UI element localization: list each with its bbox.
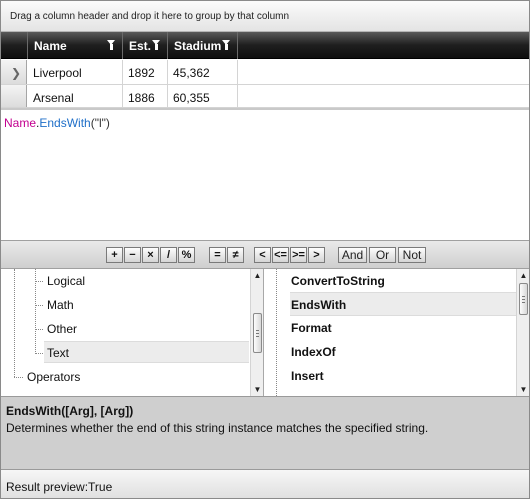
grip-line: [522, 302, 525, 303]
expression-function-token: EndsWith: [39, 116, 91, 130]
greater-or-equal-button[interactable]: >=: [290, 247, 307, 263]
multiply-button[interactable]: ×: [142, 247, 159, 263]
expression-field-token: Name: [4, 116, 37, 130]
minus-button[interactable]: −: [124, 247, 141, 263]
modulo-button[interactable]: %: [178, 247, 195, 263]
column-header-stadium[interactable]: Stadium: [168, 32, 238, 59]
table-row[interactable]: Arsenal 1886 60,355: [1, 85, 529, 108]
scrollbar-thumb[interactable]: [519, 283, 528, 315]
function-item-format[interactable]: Format: [290, 316, 516, 340]
tree-line: [276, 269, 277, 396]
function-description-text: Determines whether the end of this strin…: [6, 421, 429, 435]
expression-text-area[interactable]: Name.EndsWith("l"): [1, 110, 529, 240]
not-equals-button[interactable]: ≠: [227, 247, 244, 263]
tree-item-operators[interactable]: Operators: [24, 366, 249, 388]
scroll-up-arrow-icon[interactable]: ▲: [517, 269, 530, 282]
scroll-up-arrow-icon[interactable]: ▲: [251, 269, 264, 282]
table-cell[interactable]: 45,362: [168, 60, 238, 84]
row-indicator[interactable]: [1, 85, 27, 107]
and-button[interactable]: And: [338, 247, 367, 263]
function-item-endswith[interactable]: EndsWith: [290, 292, 516, 316]
group-panel-hint: Drag a column header and drop it here to…: [10, 11, 290, 22]
expression-editor-window: Drag a column header and drop it here to…: [0, 0, 530, 499]
tree-item-text[interactable]: Text: [44, 341, 249, 363]
function-signature: EndsWith([Arg], [Arg]): [6, 404, 134, 418]
divide-button[interactable]: /: [160, 247, 177, 263]
function-item-indexof[interactable]: IndexOf: [290, 340, 516, 364]
table-cell[interactable]: Liverpool: [28, 60, 123, 84]
equals-button[interactable]: =: [209, 247, 226, 263]
grip-line: [256, 333, 259, 334]
category-tree: Logical Math Other Text Operators ▲ ▼: [1, 269, 264, 396]
grid-header: Name Est. Stadium: [1, 32, 529, 59]
scroll-down-arrow-icon[interactable]: ▼: [517, 383, 530, 396]
column-header-est[interactable]: Est.: [123, 32, 168, 59]
scroll-down-arrow-icon[interactable]: ▼: [251, 383, 264, 396]
grip-line: [522, 296, 525, 297]
table-cell[interactable]: Arsenal: [28, 85, 123, 107]
table-cell[interactable]: 1892: [123, 60, 168, 84]
filter-icon[interactable]: [107, 40, 116, 50]
tree-line: [14, 377, 23, 378]
tree-item-logical[interactable]: Logical: [44, 270, 249, 292]
tree-line: [14, 269, 15, 377]
scrollbar-thumb[interactable]: [253, 313, 262, 353]
function-item-insert[interactable]: Insert: [290, 364, 516, 388]
operator-toolbar: + − × / % = ≠ < <= >= > And Or Not: [1, 240, 529, 269]
function-item-converttostring[interactable]: ConvertToString: [290, 269, 516, 293]
tree-line: [35, 353, 43, 354]
function-list: ConvertToString EndsWith Format IndexOf …: [265, 269, 529, 396]
grip-line: [522, 299, 525, 300]
column-header-label: Name: [34, 39, 67, 53]
table-cell[interactable]: 60,355: [168, 85, 238, 107]
column-header-label: Stadium: [174, 39, 222, 53]
function-description-panel: EndsWith([Arg], [Arg]) Determines whethe…: [1, 396, 529, 469]
column-header-name[interactable]: Name: [28, 32, 123, 59]
group-panel[interactable]: Drag a column header and drop it here to…: [1, 1, 529, 32]
less-or-equal-button[interactable]: <=: [272, 247, 289, 263]
table-cell[interactable]: 1886: [123, 85, 168, 107]
filter-icon[interactable]: [222, 40, 231, 50]
greater-than-button[interactable]: >: [308, 247, 325, 263]
tree-scrollbar[interactable]: ▲ ▼: [250, 269, 263, 396]
row-indicator[interactable]: ❯: [1, 60, 27, 84]
row-indicator-header: [1, 32, 28, 59]
not-button[interactable]: Not: [398, 247, 426, 263]
less-than-button[interactable]: <: [254, 247, 271, 263]
column-header-label: Est.: [129, 39, 152, 53]
tree-item-math[interactable]: Math: [44, 294, 249, 316]
result-preview-text: Result preview:True: [6, 480, 113, 494]
function-scrollbar[interactable]: ▲ ▼: [516, 269, 529, 396]
tree-line: [35, 329, 43, 330]
or-button[interactable]: Or: [369, 247, 396, 263]
tree-line: [35, 281, 43, 282]
table-row[interactable]: ❯ Liverpool 1892 45,362: [1, 60, 529, 85]
current-row-chevron-icon: ❯: [11, 66, 22, 80]
result-preview-bar: Result preview:True: [1, 469, 529, 498]
tree-line: [35, 305, 43, 306]
grip-line: [256, 336, 259, 337]
expression-args-token: ("l"): [90, 116, 110, 130]
tree-item-other[interactable]: Other: [44, 318, 249, 340]
grip-line: [256, 330, 259, 331]
plus-button[interactable]: +: [106, 247, 123, 263]
filter-icon[interactable]: [152, 40, 161, 50]
